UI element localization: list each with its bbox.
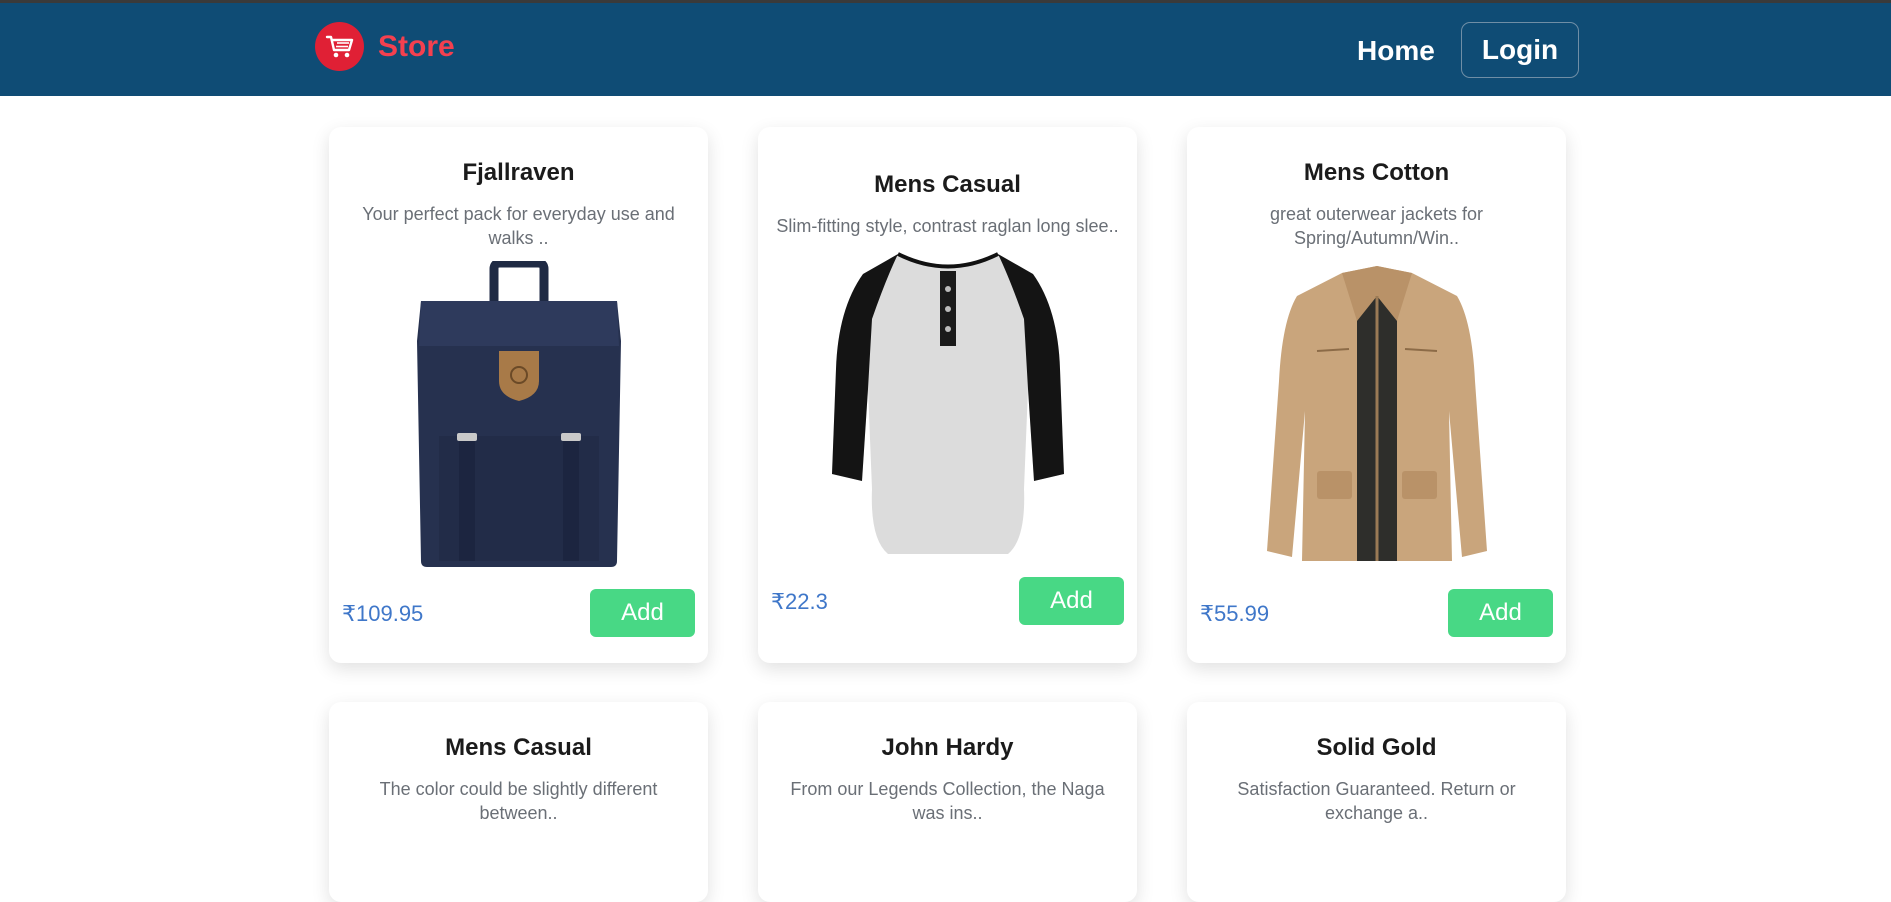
product-card: John Hardy From our Legends Collection, … [758,702,1137,902]
add-to-cart-button[interactable]: Add [590,589,695,637]
product-description: Satisfaction Guaranteed. Return or excha… [1237,779,1516,823]
navbar: Store Home Login [0,3,1891,96]
product-price: ₹109.95 [342,601,424,626]
product-title: Solid Gold [1316,734,1437,761]
product-description: Slim-fitting style, contrast raglan long… [776,216,1119,236]
product-card: Mens Casual The color could be slightly … [329,702,708,902]
backpack-icon [399,258,639,576]
add-to-cart-button[interactable]: Add [1019,577,1124,625]
brand-link[interactable]: Store [315,22,455,71]
product-title: John Hardy [881,734,1014,761]
product-description: The color could be slightly different be… [379,779,658,823]
product-title: Mens Cotton [1303,159,1450,186]
add-to-cart-button[interactable]: Add [1448,589,1553,637]
product-price: ₹55.99 [1200,601,1270,626]
login-button[interactable]: Login [1461,22,1579,78]
product-card: Fjallraven Your perfect pack for everyda… [329,127,708,663]
nav-home-link[interactable]: Home [1357,35,1435,67]
product-description: From our Legends Collection, the Naga wa… [790,779,1105,823]
brand-name: Store [378,29,455,63]
product-title: Fjallraven [462,159,575,186]
cart-icon [315,22,364,71]
product-card: Solid Gold Satisfaction Guaranteed. Retu… [1187,702,1566,902]
product-title: Mens Casual [445,734,592,761]
product-card: Mens Cotton great outerwear jackets for … [1187,127,1566,663]
product-description: Your perfect pack for everyday use and w… [362,204,675,248]
product-title: Mens Casual [874,171,1021,198]
jacket-icon [1257,261,1497,576]
product-price: ₹22.3 [771,589,828,614]
tshirt-icon [828,249,1068,564]
product-description: great outerwear jackets for Spring/Autum… [1269,204,1484,248]
product-card: Mens Casual Slim-fitting style, contrast… [758,127,1137,663]
